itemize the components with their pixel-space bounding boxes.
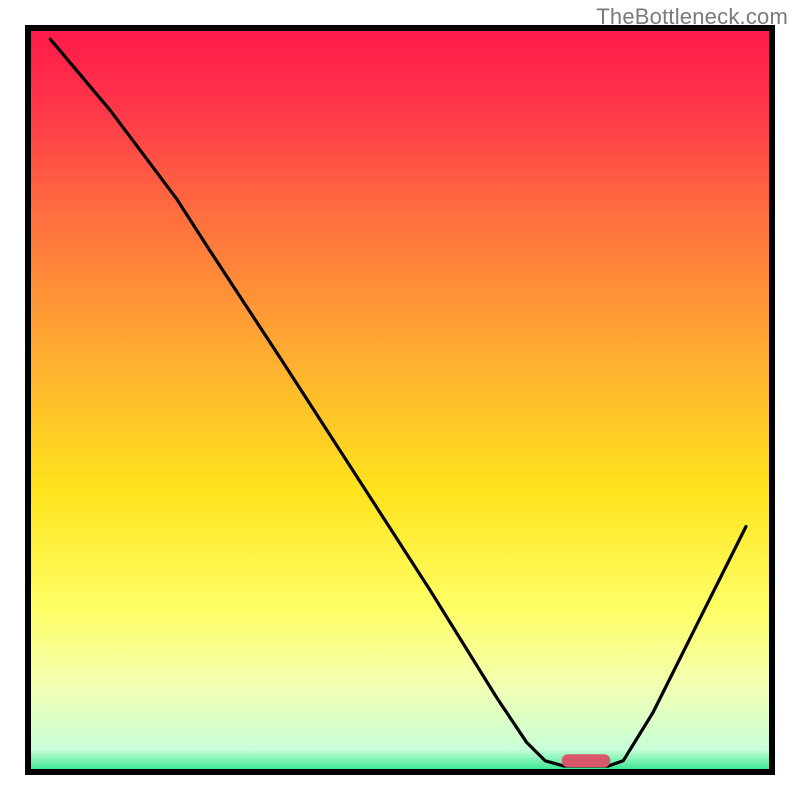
- watermark-label: TheBottleneck.com: [596, 4, 788, 30]
- bottleneck-chart: TheBottleneck.com: [0, 0, 800, 800]
- optimum-indicator: [562, 754, 610, 767]
- gradient-background: [28, 28, 772, 772]
- chart-canvas: [0, 0, 800, 800]
